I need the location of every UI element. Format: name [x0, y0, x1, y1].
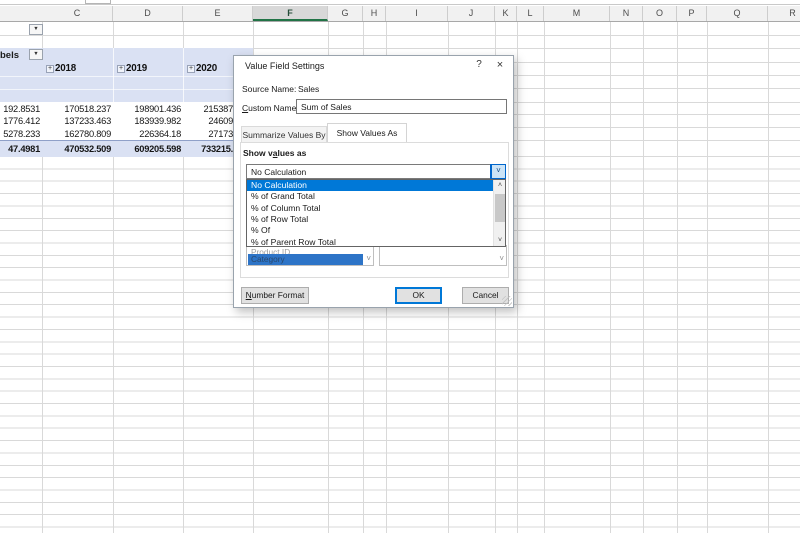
total-d: 609205.598: [134, 144, 181, 154]
chevron-down-icon[interactable]: ˅: [491, 165, 505, 178]
filter-icon: ▼: [33, 26, 38, 32]
cell-c: 162780.809: [64, 129, 111, 139]
column-header-M[interactable]: M: [544, 6, 610, 21]
column-header-E[interactable]: E: [183, 6, 253, 21]
total-c: 470532.509: [64, 144, 111, 154]
scroll-down-icon[interactable]: ˅: [494, 235, 506, 246]
excel-sheet: C D E F G H I J K L M N O P Q R ▼: [0, 0, 800, 533]
option-pct-row-total[interactable]: % of Row Total: [247, 214, 494, 225]
gridline: [0, 76, 253, 77]
column-header-D[interactable]: D: [113, 6, 183, 21]
filter-dropdown-button[interactable]: ▼: [29, 24, 43, 35]
table-row: 1776.412 137233.463 183939.982 24609: [0, 116, 253, 128]
cell-c: 137233.463: [64, 116, 111, 126]
scrollbar-thumb[interactable]: [495, 194, 505, 222]
cell-e: 24609: [208, 116, 233, 126]
pivot-year-header-2018[interactable]: +2018: [46, 63, 76, 74]
total-e: 733215.: [201, 144, 233, 154]
cell-c: 170518.237: [64, 104, 111, 114]
option-pct-of[interactable]: % Of: [247, 225, 494, 236]
column-header-O[interactable]: O: [643, 6, 677, 21]
scroll-up-icon[interactable]: ˄: [494, 180, 506, 191]
expand-icon[interactable]: +: [46, 65, 54, 73]
help-icon[interactable]: ?: [471, 59, 487, 73]
show-values-as-dropdown-list: No Calculation % of Grand Total % of Col…: [246, 179, 506, 247]
cell-e: 27173: [208, 129, 233, 139]
ok-button[interactable]: OK: [395, 287, 442, 304]
gridline: [0, 35, 800, 36]
pivot-year-header-2020[interactable]: +2020: [187, 63, 217, 74]
custom-name-label: Custom Name:: [242, 103, 299, 113]
column-header-K[interactable]: K: [495, 6, 517, 21]
column-header-P[interactable]: P: [677, 6, 707, 21]
row-labels-fragment: bels: [0, 50, 19, 61]
year-label: 2019: [126, 63, 147, 74]
gridline: [0, 89, 253, 90]
option-pct-grand-total[interactable]: % of Grand Total: [247, 191, 494, 202]
combobox-value: No Calculation: [251, 167, 306, 177]
column-header-C[interactable]: C: [42, 6, 113, 21]
cell-b: 1776.412: [3, 116, 40, 126]
source-name-value: Sales: [298, 84, 319, 94]
custom-name-input[interactable]: Sum of Sales: [296, 99, 507, 114]
option-pct-parent-row-total[interactable]: % of Parent Row Total: [247, 237, 494, 248]
close-icon[interactable]: ×: [491, 58, 509, 73]
base-field-combobox: Product ID Category ˅: [246, 245, 374, 266]
table-row: 5278.233 162780.809 226364.18 27173: [0, 129, 253, 141]
column-header-I[interactable]: I: [386, 6, 448, 21]
dialog-title: Value Field Settings: [245, 61, 324, 71]
formula-bar-edge: [0, 0, 800, 5]
filter-icon: ▼: [33, 51, 38, 57]
expand-icon[interactable]: +: [117, 65, 125, 73]
resize-grip-icon[interactable]: [502, 296, 512, 306]
cell-e: 215387: [203, 104, 233, 114]
cell-b: 192.8531: [3, 104, 40, 114]
pivot-year-header-2019[interactable]: +2019: [117, 63, 147, 74]
chevron-down-icon: ˅: [366, 254, 371, 263]
column-header-H[interactable]: H: [363, 6, 386, 21]
option-pct-column-total[interactable]: % of Column Total: [247, 203, 494, 214]
total-b: 47.4981: [8, 144, 40, 154]
show-values-as-label: Show values as: [243, 148, 306, 158]
pivot-grand-total-row: 47.4981 470532.509 609205.598 733215.: [0, 140, 253, 157]
pivot-data-area[interactable]: 192.8531 170518.237 198901.436 215387 17…: [0, 102, 253, 140]
name-box-fragment: [85, 0, 111, 4]
column-header-row: C D E F G H I J K L M N O P Q R: [0, 6, 800, 22]
number-format-button[interactable]: Number Format: [241, 287, 309, 304]
column-header-L[interactable]: L: [517, 6, 544, 21]
dropdown-scrollbar[interactable]: ˄ ˅: [493, 180, 505, 246]
table-row: 192.8531 170518.237 198901.436 215387: [0, 104, 253, 116]
row-labels-filter-button[interactable]: ▼: [29, 49, 43, 60]
column-header-J[interactable]: J: [448, 6, 495, 21]
base-field-selected-item: Category: [248, 254, 363, 265]
show-values-as-combobox[interactable]: No Calculation ˅: [246, 164, 506, 179]
year-label: 2020: [196, 63, 217, 74]
column-header-G[interactable]: G: [328, 6, 363, 21]
column-header-R[interactable]: R: [768, 6, 800, 21]
value-field-settings-dialog: Value Field Settings ? × Source Name: Sa…: [233, 55, 514, 308]
column-header-N[interactable]: N: [610, 6, 643, 21]
option-no-calculation[interactable]: No Calculation: [247, 180, 494, 191]
year-label: 2018: [55, 63, 76, 74]
base-item-combobox: ˅: [379, 245, 507, 266]
expand-icon[interactable]: +: [187, 65, 195, 73]
cell-d: 183939.982: [134, 116, 181, 126]
tab-show-values-as[interactable]: Show Values As: [327, 123, 407, 142]
cell-d: 226364.18: [139, 129, 181, 139]
source-name-label: Source Name:: [242, 84, 296, 94]
cell-d: 198901.436: [134, 104, 181, 114]
cell-b: 5278.233: [3, 129, 40, 139]
column-header-Q[interactable]: Q: [707, 6, 768, 21]
chevron-down-icon: ˅: [499, 254, 504, 263]
tab-summarize-values-by[interactable]: Summarize Values By: [241, 126, 327, 142]
column-header-F-selected[interactable]: F: [253, 6, 328, 21]
